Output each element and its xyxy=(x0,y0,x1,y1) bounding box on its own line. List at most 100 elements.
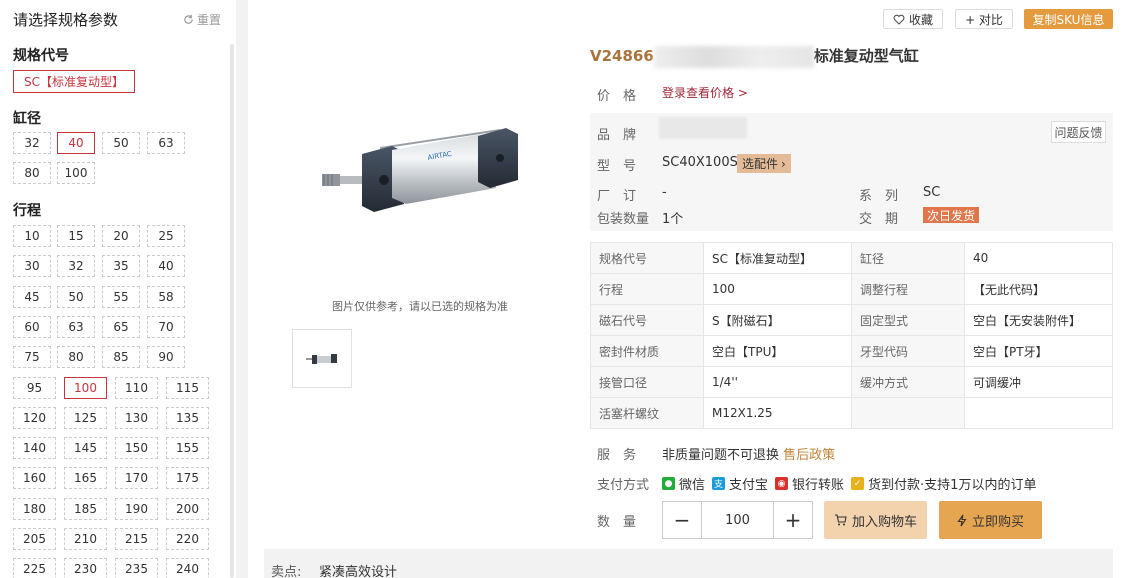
stroke-option[interactable]: 150 xyxy=(115,437,158,460)
stroke-option[interactable]: 175 xyxy=(166,467,209,490)
decrement-button[interactable]: − xyxy=(663,502,701,538)
spec-key: 规格代号 xyxy=(590,242,704,274)
stroke-option[interactable]: 80 xyxy=(57,346,95,369)
stroke-option[interactable]: 220 xyxy=(166,528,209,550)
delivery-badge: 次日发货 xyxy=(923,207,980,223)
stroke-option[interactable]: 63 xyxy=(57,315,95,338)
bore-option[interactable]: 80 xyxy=(13,162,51,184)
spec-sidebar: 请选择规格参数 重置 规格代号 SC【标准复动型】 缸径 32 40 50 63 80 1… xyxy=(0,0,236,578)
compare-button[interactable]: + 对比 xyxy=(955,9,1013,29)
stroke-option[interactable]: 58 xyxy=(147,285,185,308)
stroke-option[interactable]: 130 xyxy=(115,406,158,429)
divider xyxy=(236,0,248,578)
stroke-option[interactable]: 225 xyxy=(13,558,56,578)
brand-redacted xyxy=(659,117,747,139)
bore-option[interactable]: 40 xyxy=(57,132,95,154)
stroke-option[interactable]: 10 xyxy=(13,225,51,247)
stroke-option[interactable]: 70 xyxy=(147,315,185,338)
wechat-icon: ● xyxy=(662,477,675,490)
accessory-button[interactable]: 选配件 › xyxy=(737,154,791,173)
stroke-option[interactable]: 170 xyxy=(115,467,158,490)
spec-key xyxy=(851,397,965,429)
stroke-option[interactable]: 145 xyxy=(64,437,107,460)
stroke-option[interactable]: 135 xyxy=(166,406,209,429)
stroke-option[interactable]: 20 xyxy=(102,225,140,247)
stroke-option[interactable]: 45 xyxy=(13,285,51,308)
payment-method: ● 微信 xyxy=(662,474,705,493)
spec-row: 规格代号 SC【标准复动型】 缸径 40 xyxy=(590,242,1113,274)
payment-method-label: 微信 xyxy=(679,478,706,493)
product-thumbnail[interactable] xyxy=(292,329,352,388)
sidebar-header: 请选择规格参数 重置 xyxy=(13,9,221,29)
stroke-option[interactable]: 165 xyxy=(64,467,107,490)
stroke-option[interactable]: 155 xyxy=(166,437,209,460)
spec-value: 空白【无安装附件】 xyxy=(964,304,1113,336)
heart-icon xyxy=(893,14,905,25)
series-value: SC xyxy=(923,185,941,200)
favorite-label: 收藏 xyxy=(908,12,933,27)
bore-title: 缸径 xyxy=(13,111,41,127)
spec-value: 可调缓冲 xyxy=(964,366,1113,398)
stroke-option[interactable]: 160 xyxy=(13,467,56,490)
stroke-option[interactable]: 235 xyxy=(115,558,158,578)
stroke-option[interactable]: 40 xyxy=(147,255,185,278)
thumbnail-image xyxy=(306,353,337,364)
lightning-icon xyxy=(957,514,967,526)
selling-point-label: 卖点: xyxy=(271,565,302,578)
stroke-option[interactable]: 90 xyxy=(147,346,185,369)
spec-code-option[interactable]: SC【标准复动型】 xyxy=(13,70,135,93)
login-price-link[interactable]: 登录查看价格 > xyxy=(662,84,748,101)
stroke-option[interactable]: 190 xyxy=(115,497,158,520)
stroke-option[interactable]: 140 xyxy=(13,437,56,460)
spec-table: 规格代号 SC【标准复动型】 缸径 40 行程 100 调整行程 【无此代码】 磁石代号 S【附磁… xyxy=(590,242,1113,429)
stroke-option[interactable]: 110 xyxy=(115,376,158,399)
stroke-option[interactable]: 115 xyxy=(166,376,209,399)
stroke-option[interactable]: 60 xyxy=(13,315,51,338)
stroke-option[interactable]: 50 xyxy=(57,285,95,308)
spec-key: 固定型式 xyxy=(851,304,965,336)
stroke-option[interactable]: 30 xyxy=(13,255,51,278)
after-sales-link[interactable]: 售后政策 xyxy=(783,448,835,463)
bore-option[interactable]: 32 xyxy=(13,132,51,154)
stroke-option[interactable]: 205 xyxy=(13,528,56,550)
favorite-button[interactable]: 收藏 xyxy=(883,9,943,29)
copy-sku-button[interactable]: 复制SKU信息 xyxy=(1024,9,1113,29)
brand-label: 品 牌 xyxy=(597,128,637,143)
stroke-option[interactable]: 230 xyxy=(64,558,107,578)
spec-key: 密封件材质 xyxy=(590,335,704,367)
price-label: 价 格 xyxy=(597,89,637,104)
stroke-option[interactable]: 240 xyxy=(166,558,209,578)
stroke-option[interactable]: 32 xyxy=(57,255,95,278)
increment-button[interactable]: + xyxy=(774,502,812,538)
product-name: 标准复动型气缸 xyxy=(813,47,919,65)
bore-option[interactable]: 100 xyxy=(57,162,95,184)
sidebar-scrollbar[interactable] xyxy=(230,44,234,578)
quantity-input[interactable] xyxy=(701,502,774,538)
stroke-option[interactable]: 35 xyxy=(102,255,140,278)
stroke-option[interactable]: 55 xyxy=(102,285,140,308)
stroke-option[interactable]: 210 xyxy=(64,528,107,550)
reset-button[interactable]: 重置 xyxy=(183,11,221,28)
spec-key: 调整行程 xyxy=(851,273,965,305)
stroke-option[interactable]: 200 xyxy=(166,497,209,520)
add-to-cart-button[interactable]: 加入购物车 xyxy=(824,501,927,539)
stroke-option[interactable]: 125 xyxy=(64,406,107,429)
refresh-icon xyxy=(184,14,193,24)
stroke-option[interactable]: 120 xyxy=(13,406,56,429)
bore-option[interactable]: 63 xyxy=(147,132,185,154)
stroke-option[interactable]: 15 xyxy=(57,225,95,247)
stroke-option[interactable]: 85 xyxy=(102,346,140,369)
buy-now-label: 立即购买 xyxy=(971,514,1024,530)
stroke-option[interactable]: 95 xyxy=(13,376,56,399)
stroke-option[interactable]: 25 xyxy=(147,225,185,247)
bore-option[interactable]: 50 xyxy=(102,132,140,154)
buy-now-button[interactable]: 立即购买 xyxy=(939,501,1042,539)
stroke-option[interactable]: 75 xyxy=(13,346,51,369)
feedback-button[interactable]: 问题反馈 xyxy=(1051,121,1106,143)
stroke-option[interactable]: 185 xyxy=(64,497,107,520)
stroke-option[interactable]: 65 xyxy=(102,315,140,338)
stroke-option[interactable]: 215 xyxy=(115,528,158,550)
stroke-option[interactable]: 180 xyxy=(13,497,56,520)
stroke-title: 行程 xyxy=(13,203,41,219)
stroke-option[interactable]: 100 xyxy=(64,376,107,399)
